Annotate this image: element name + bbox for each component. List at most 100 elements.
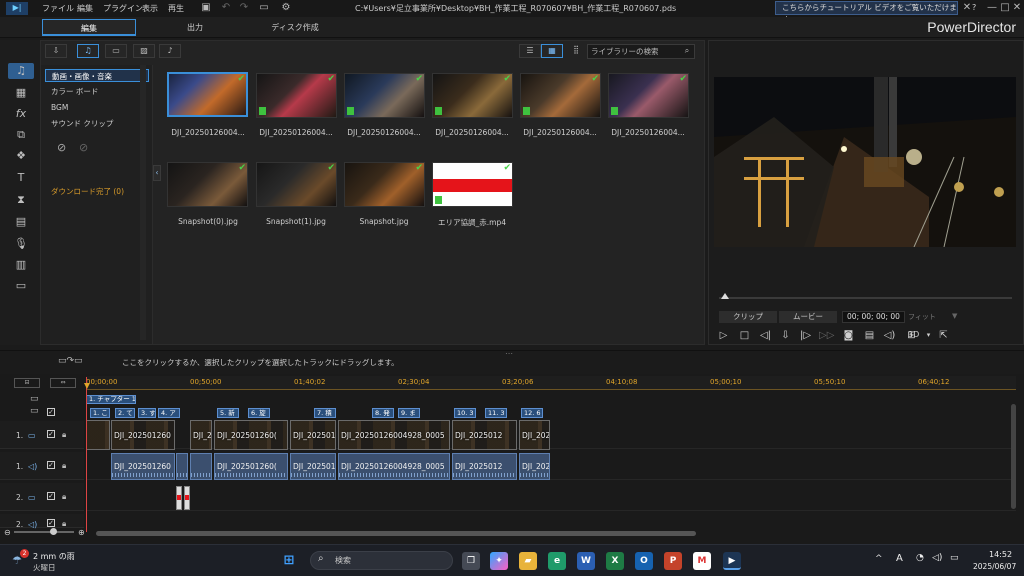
subtitle-marker[interactable]: 11. 3: [485, 408, 507, 418]
timeline-horizontal-scrollbar[interactable]: [96, 531, 696, 536]
volume-icon[interactable]: ◁): [883, 329, 896, 342]
menu-file[interactable]: ファイル: [42, 3, 74, 14]
excel-icon[interactable]: X: [606, 552, 624, 570]
video-clip[interactable]: DJI_202501260(: [214, 420, 288, 450]
track-manager-icon[interactable]: ⊟: [14, 378, 40, 388]
menu-play[interactable]: 再生: [168, 3, 184, 14]
track-enable-checkbox[interactable]: ✓: [47, 461, 55, 469]
tutorial-banner[interactable]: こちらからチュートリアル ビデオをご覧いただけます。: [775, 1, 958, 24]
undo-icon[interactable]: ↶: [220, 2, 232, 14]
menu-edit[interactable]: 編集: [77, 3, 93, 14]
video-clip[interactable]: DJI_202501260: [111, 420, 175, 450]
clock-time[interactable]: 14:52: [989, 550, 1012, 559]
split-icon[interactable]: ⇩: [779, 329, 792, 342]
help-button[interactable]: ?: [972, 3, 976, 12]
overlay-clip[interactable]: [176, 486, 182, 510]
stop-icon[interactable]: □: [738, 329, 751, 342]
audio-clip[interactable]: [190, 453, 212, 480]
video-clip[interactable]: [86, 420, 110, 450]
tab-disc[interactable]: ディスク作成: [250, 19, 340, 36]
close-window-icon[interactable]: ✕: [1011, 2, 1023, 14]
fast-forward-icon[interactable]: ▷▷: [819, 329, 834, 342]
thumbnail-size-icon[interactable]: ⣿: [565, 44, 587, 58]
snapshot-camera-icon[interactable]: ◙: [842, 329, 855, 342]
menu-view[interactable]: 表示: [142, 3, 158, 14]
play-icon[interactable]: ▷: [717, 329, 730, 342]
media-thumbnail[interactable]: ✔: [256, 73, 337, 118]
file-explorer-icon[interactable]: ▰: [519, 552, 537, 570]
minimize-icon[interactable]: —: [986, 2, 998, 14]
3d-toggle[interactable]: 3D: [908, 330, 919, 339]
video-clip[interactable]: DJI_202501: [290, 420, 336, 450]
media-room-icon[interactable]: ♫: [8, 63, 34, 79]
video-clip[interactable]: DJI_20250126004928_0005: [338, 420, 450, 450]
task-view-icon[interactable]: ❐: [462, 552, 480, 570]
grid-view-icon[interactable]: ▦: [541, 44, 563, 58]
collapse-panel-icon[interactable]: ‹: [153, 165, 161, 181]
preview-scrubber[interactable]: [719, 297, 1012, 299]
subtitle-marker[interactable]: 10. 3: [454, 408, 476, 418]
windows-start-icon[interactable]: ⊞: [280, 552, 298, 570]
clip-mode-button[interactable]: クリップ: [719, 311, 777, 323]
edge-icon[interactable]: e: [548, 552, 566, 570]
undock-preview-icon[interactable]: ⇱: [937, 329, 950, 342]
outlook-icon[interactable]: O: [635, 552, 653, 570]
category-bgm[interactable]: BGM: [45, 101, 149, 114]
timeline-vertical-scrollbar[interactable]: [1011, 404, 1016, 509]
media-thumbnail[interactable]: ✔: [608, 73, 689, 118]
media-thumbnail[interactable]: ✔: [520, 73, 601, 118]
taskbar-search[interactable]: 検索: [310, 551, 453, 570]
video-clip[interactable]: DJI_2025012: [452, 420, 517, 450]
battery-icon[interactable]: ▭: [950, 553, 959, 563]
lock-icon[interactable]: 🔒︎: [62, 519, 66, 529]
subtitle-marker[interactable]: 1. こ: [90, 408, 110, 418]
subtitle-track-checkbox[interactable]: ✓: [47, 408, 55, 416]
media-thumbnail[interactable]: ✔: [432, 73, 513, 118]
subtitle-marker[interactable]: 2. て: [115, 408, 135, 418]
media-thumbnail[interactable]: ✔: [344, 73, 425, 118]
subtitle-room-icon[interactable]: ▭: [12, 278, 30, 294]
zoom-in-icon[interactable]: ⊕: [78, 528, 85, 537]
library-search-input[interactable]: ライブラリーの検索: [587, 44, 695, 59]
timeline-ruler[interactable]: 00;00;00 00;50;00 01;40;02 02;30;04 03;2…: [86, 376, 1016, 390]
clock-date[interactable]: 2025/06/07: [973, 562, 1016, 571]
subtitle-marker[interactable]: 7. 積: [314, 408, 336, 418]
audio-mixing-icon[interactable]: ▤: [12, 214, 30, 230]
maximize-icon[interactable]: □: [999, 2, 1011, 14]
aspect-ratio-icon[interactable]: ▭: [256, 2, 272, 14]
particle-room-icon[interactable]: ❖: [12, 148, 30, 164]
category-color-board[interactable]: カラー ボード: [45, 85, 149, 98]
chapter-room-icon[interactable]: ▥: [12, 257, 30, 273]
audio-clip[interactable]: DJI_2025012: [452, 453, 517, 480]
storyboard-toggle-icon[interactable]: ▭↷▭: [58, 356, 83, 366]
zoom-slider-knob[interactable]: [50, 528, 57, 535]
previous-frame-icon[interactable]: ◁|: [759, 329, 772, 342]
track-enable-checkbox[interactable]: ✓: [47, 519, 55, 527]
subtitle-marker[interactable]: 6. 旋: [248, 408, 270, 418]
movie-mode-button[interactable]: ムービー: [779, 311, 837, 323]
category-media[interactable]: 動画・画像・音楽: [45, 69, 149, 82]
powerdirector-taskbar-icon[interactable]: ▶: [723, 552, 741, 570]
audio-clip[interactable]: DJI_202501: [519, 453, 550, 480]
import-media-icon[interactable]: ⇩: [45, 44, 67, 58]
media-thumbnail[interactable]: ✔: [344, 162, 425, 207]
resize-handle-icon[interactable]: ⋯: [505, 349, 513, 358]
track-enable-checkbox[interactable]: ✓: [47, 430, 55, 438]
subtitle-marker[interactable]: 5. 新: [217, 408, 239, 418]
subtitle-marker[interactable]: 9. ま: [398, 408, 420, 418]
video-lane-2[interactable]: [86, 483, 1016, 511]
search-icon[interactable]: ⌕: [680, 45, 694, 59]
tag-remove-icon[interactable]: ⊘: [79, 141, 88, 154]
wifi-icon[interactable]: ◔: [916, 553, 924, 563]
zoom-out-icon[interactable]: ⊖: [4, 528, 11, 537]
audio-clip[interactable]: DJI_20250126004928_0005: [338, 453, 450, 480]
list-view-icon[interactable]: ☰: [519, 44, 541, 58]
settings-gear-icon[interactable]: ⚙: [280, 2, 292, 14]
gmail-icon[interactable]: M: [693, 552, 711, 570]
subtitle-marker[interactable]: 8. 発: [372, 408, 394, 418]
tab-produce[interactable]: 出力: [150, 19, 240, 36]
subtitle-marker[interactable]: 12. 6: [521, 408, 543, 418]
fit-timeline-icon[interactable]: ⇔: [50, 378, 76, 388]
speaker-icon[interactable]: ◁): [932, 553, 942, 563]
track-enable-checkbox[interactable]: ✓: [47, 492, 55, 500]
